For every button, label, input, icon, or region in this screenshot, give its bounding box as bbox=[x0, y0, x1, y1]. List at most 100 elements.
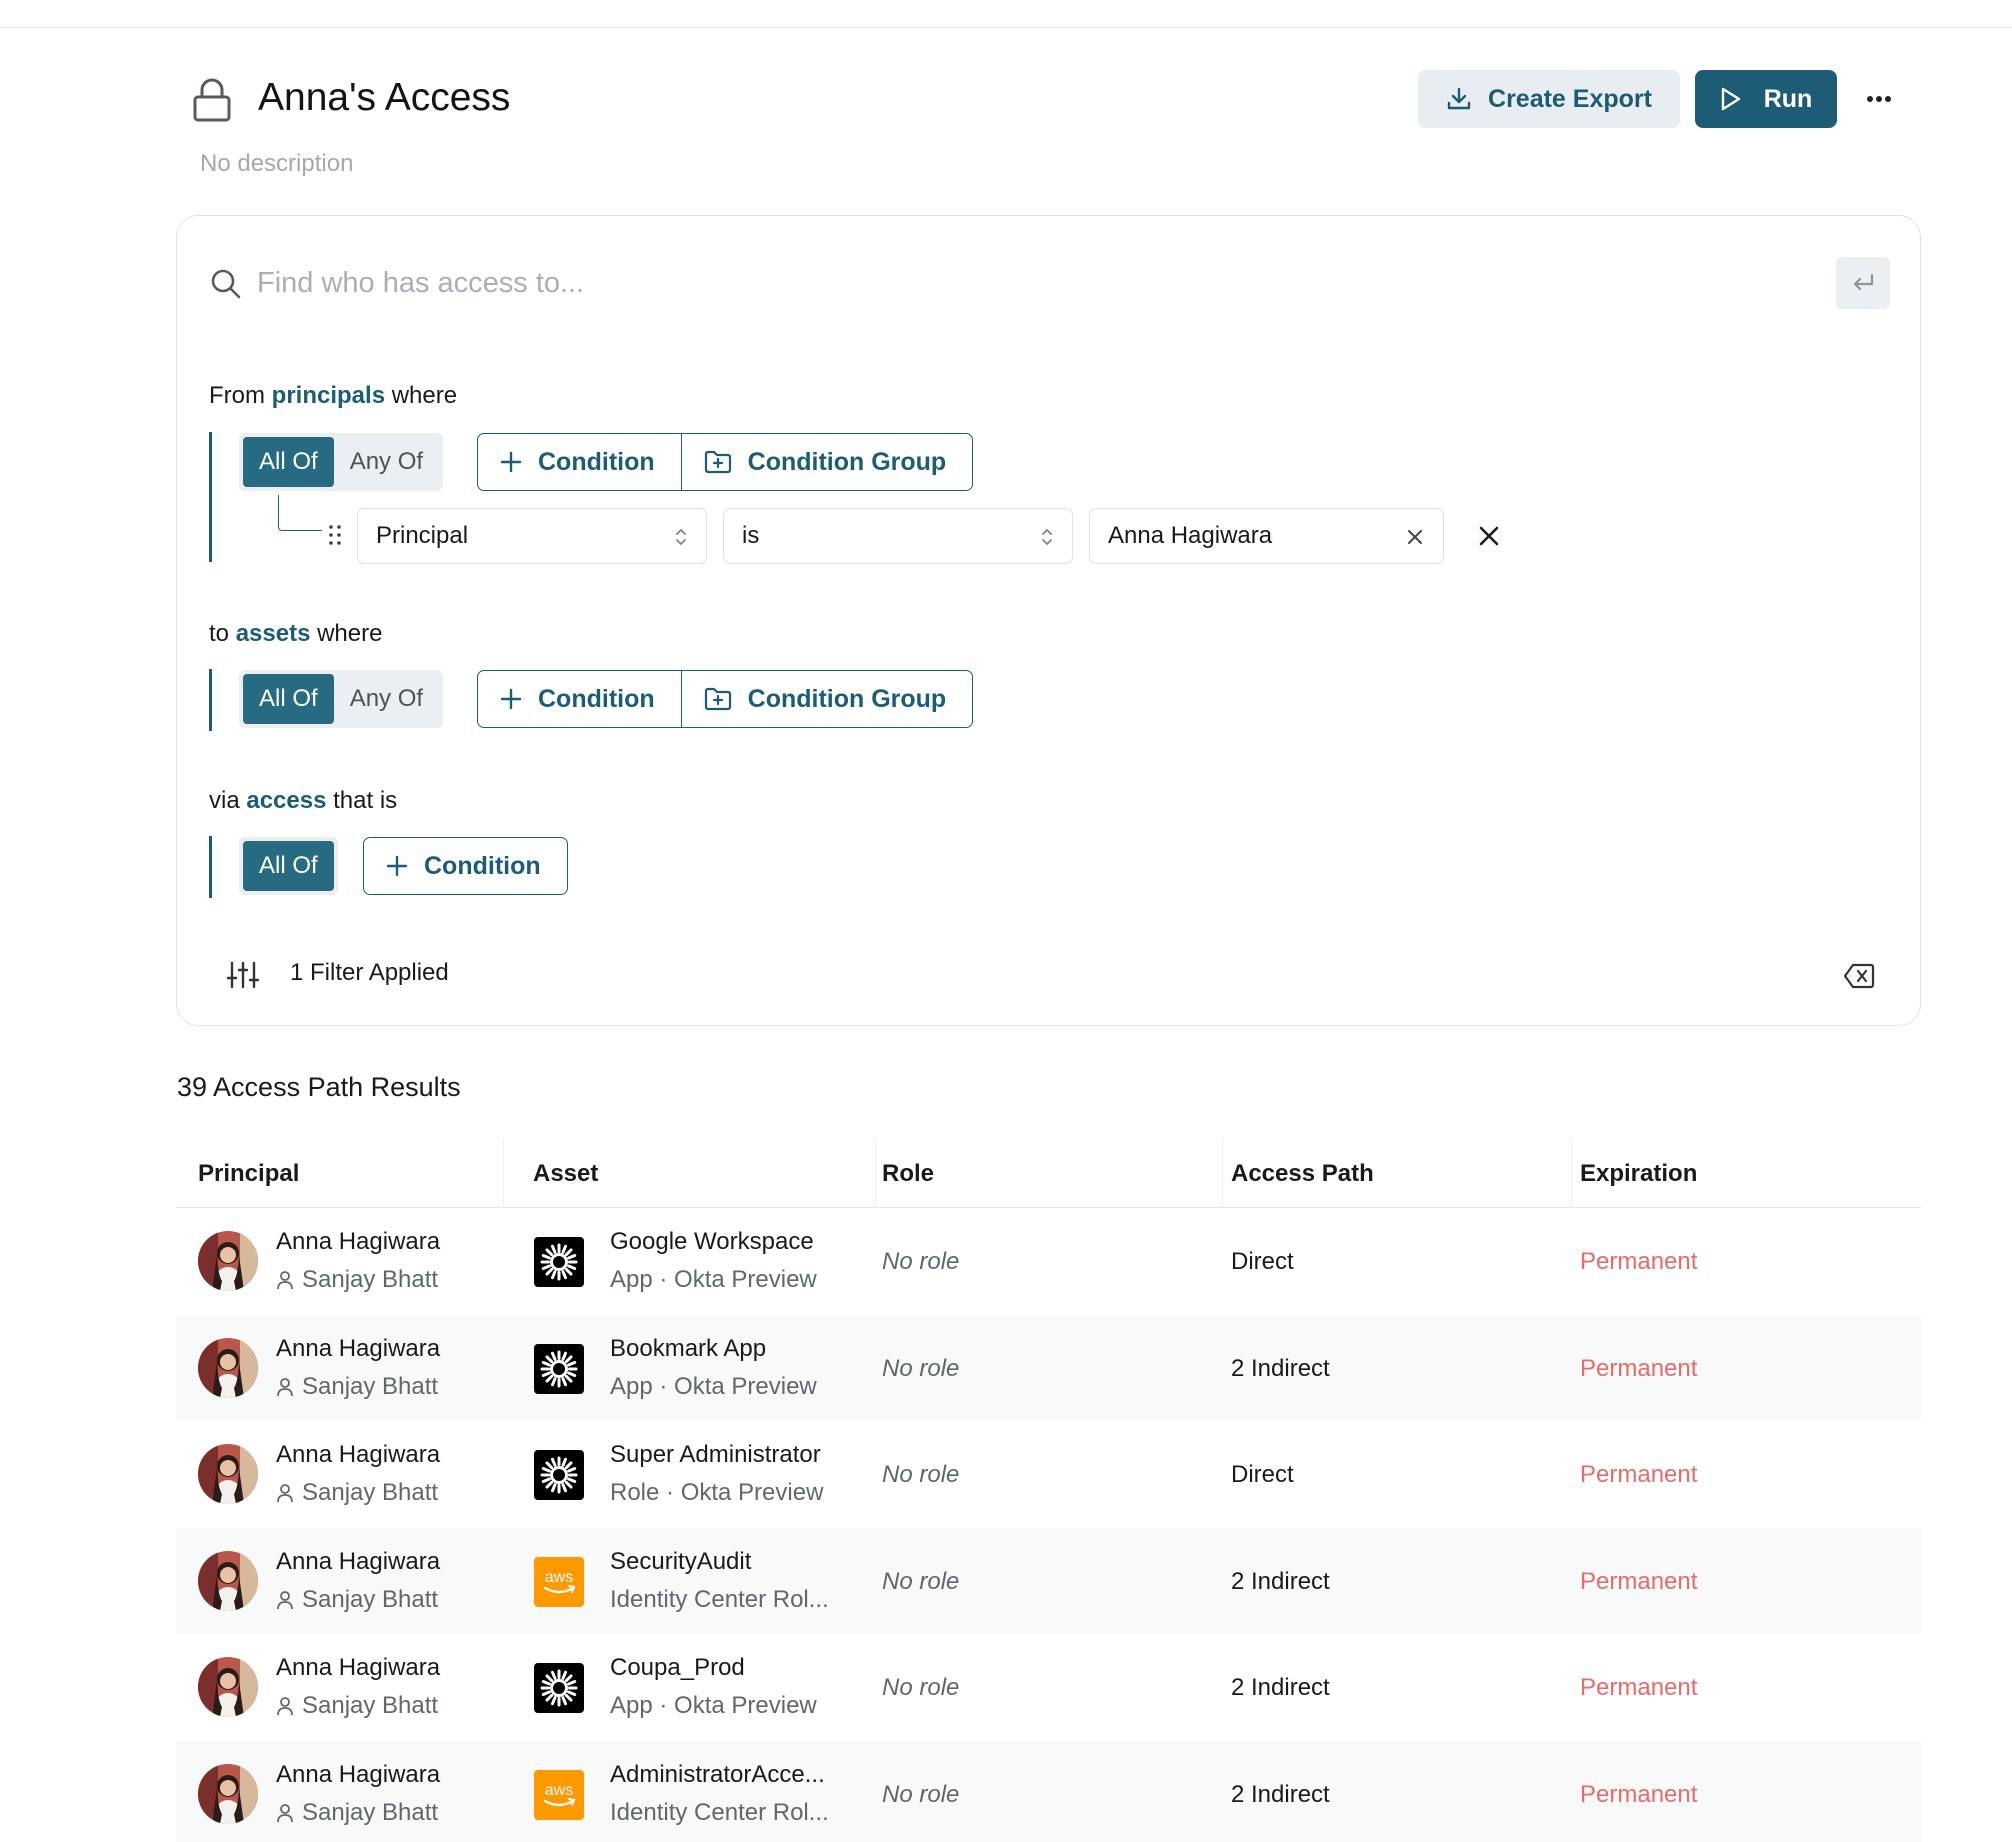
results-table: Principal Asset Role Access Path Expirat… bbox=[176, 1138, 1921, 1842]
principals-keyword[interactable]: principals bbox=[272, 382, 385, 409]
plus-icon bbox=[386, 855, 408, 877]
table-row[interactable]: Anna Hagiwara Sanjay Bhatt Bookmark App … bbox=[176, 1314, 1921, 1421]
table-row[interactable]: Anna Hagiwara Sanjay Bhatt aws Administr… bbox=[176, 1740, 1921, 1842]
download-icon bbox=[1447, 87, 1471, 110]
column-header-access-path[interactable]: Access Path bbox=[1231, 1160, 1374, 1188]
access-prefix: via bbox=[209, 787, 240, 814]
manager-name: Sanjay Bhatt bbox=[302, 1692, 439, 1719]
access-path-value[interactable]: Direct bbox=[1231, 1461, 1294, 1489]
principals-suffix: where bbox=[391, 382, 458, 409]
top-divider bbox=[0, 27, 2012, 28]
okta-logo-icon bbox=[534, 1343, 584, 1394]
table-row[interactable]: Anna Hagiwara Sanjay Bhatt aws SecurityA… bbox=[176, 1527, 1921, 1634]
avatar bbox=[198, 1231, 258, 1291]
condition-operator-select[interactable]: is bbox=[723, 508, 1073, 564]
okta-logo-icon bbox=[534, 1450, 584, 1500]
table-row[interactable]: Anna Hagiwara Sanjay Bhatt Google Worksp… bbox=[176, 1208, 1921, 1315]
plus-icon bbox=[500, 451, 522, 473]
asset-name[interactable]: Bookmark App bbox=[610, 1335, 766, 1363]
principals-condition-group-label: Condition Group bbox=[747, 447, 947, 476]
access-keyword[interactable]: access bbox=[246, 787, 326, 814]
expiration-value: Permanent bbox=[1580, 1674, 1698, 1701]
user-icon bbox=[277, 1271, 293, 1290]
role-value: No role bbox=[882, 1674, 960, 1701]
access-section-label: via access that is bbox=[209, 787, 397, 815]
table-header: Principal Asset Role Access Path Expirat… bbox=[176, 1138, 1921, 1208]
principal-name[interactable]: Anna Hagiwara bbox=[276, 1335, 440, 1363]
folder-plus-icon bbox=[704, 687, 731, 711]
user-icon bbox=[277, 1484, 293, 1503]
ellipsis-icon bbox=[1867, 96, 1891, 102]
assets-all-of[interactable]: All Of bbox=[243, 674, 334, 724]
access-all-of[interactable]: All Of bbox=[243, 841, 334, 891]
condition-value-field[interactable]: Anna Hagiwara bbox=[1089, 508, 1444, 564]
results-count-title: 39 Access Path Results bbox=[177, 1072, 461, 1102]
manager-name: Sanjay Bhatt bbox=[302, 1479, 439, 1506]
more-options-button[interactable] bbox=[1860, 82, 1898, 116]
clear-value-icon[interactable] bbox=[1405, 527, 1425, 547]
access-add-condition-button[interactable]: Condition bbox=[364, 838, 567, 894]
run-label: Run bbox=[1763, 84, 1813, 113]
assets-add-condition-button[interactable]: Condition bbox=[478, 671, 681, 727]
query-panel: From principals where All Of Any Of Cond… bbox=[176, 215, 1921, 1026]
principal-name[interactable]: Anna Hagiwara bbox=[276, 1228, 440, 1256]
expiration-value: Permanent bbox=[1580, 1567, 1698, 1595]
principal-manager: Sanjay Bhatt bbox=[276, 1266, 438, 1294]
create-export-label: Create Export bbox=[1488, 84, 1652, 113]
submit-search-button[interactable] bbox=[1836, 257, 1890, 309]
access-path-value[interactable]: 2 Indirect bbox=[1231, 1568, 1330, 1596]
asset-name[interactable]: Coupa_Prod bbox=[610, 1654, 745, 1682]
clear-filters-icon[interactable] bbox=[1843, 963, 1875, 989]
create-export-button[interactable]: Create Export bbox=[1418, 70, 1680, 128]
principal-name[interactable]: Anna Hagiwara bbox=[276, 1654, 440, 1682]
user-icon bbox=[277, 1590, 293, 1609]
column-divider bbox=[875, 1138, 876, 1208]
access-path-value[interactable]: 2 Indirect bbox=[1231, 1674, 1330, 1702]
access-path-value[interactable]: 2 Indirect bbox=[1231, 1355, 1330, 1383]
remove-condition-icon[interactable] bbox=[1476, 523, 1502, 549]
avatar bbox=[198, 1657, 258, 1717]
access-logic-toggle: All Of bbox=[239, 837, 338, 895]
asset-name[interactable]: Super Administrator bbox=[610, 1441, 821, 1469]
condition-operator-value: is bbox=[742, 522, 760, 549]
column-header-role[interactable]: Role bbox=[882, 1160, 934, 1188]
column-divider bbox=[1222, 1138, 1223, 1208]
page-description[interactable]: No description bbox=[200, 150, 353, 178]
table-row[interactable]: Anna Hagiwara Sanjay Bhatt Super Adminis… bbox=[176, 1421, 1921, 1528]
table-row[interactable]: Anna Hagiwara Sanjay Bhatt Coupa_Prod Ap… bbox=[176, 1634, 1921, 1741]
principals-add-condition-group-button[interactable]: Condition Group bbox=[680, 434, 973, 490]
filters-applied-count[interactable]: 1 Filter Applied bbox=[290, 959, 449, 987]
asset-name[interactable]: Google Workspace bbox=[610, 1228, 814, 1256]
asset-name[interactable]: SecurityAudit bbox=[610, 1548, 751, 1576]
asset-type: Identity Center Rol... bbox=[610, 1585, 829, 1613]
column-header-expiration[interactable]: Expiration bbox=[1580, 1160, 1697, 1188]
asset-name[interactable]: AdministratorAcce... bbox=[610, 1761, 825, 1789]
principals-all-of[interactable]: All Of bbox=[243, 437, 334, 487]
access-path-value[interactable]: Direct bbox=[1231, 1248, 1294, 1276]
okta-logo-icon bbox=[534, 1663, 584, 1713]
run-button[interactable]: Run bbox=[1695, 70, 1837, 128]
assets-add-condition-group-button[interactable]: Condition Group bbox=[680, 671, 973, 727]
role-value: No role bbox=[882, 1567, 960, 1595]
condition-field-select[interactable]: Principal bbox=[357, 508, 707, 564]
manager-name: Sanjay Bhatt bbox=[302, 1798, 439, 1826]
drag-handle-icon[interactable] bbox=[328, 524, 342, 546]
principal-name[interactable]: Anna Hagiwara bbox=[276, 1441, 440, 1469]
column-header-principal[interactable]: Principal bbox=[198, 1160, 299, 1188]
assets-any-of[interactable]: Any Of bbox=[334, 674, 439, 724]
search-input[interactable] bbox=[257, 260, 1457, 306]
principals-any-of[interactable]: Any Of bbox=[334, 437, 439, 487]
principals-condition-label: Condition bbox=[538, 447, 655, 476]
assets-condition-group-label: Condition Group bbox=[747, 684, 947, 713]
principals-add-condition-button[interactable]: Condition bbox=[478, 434, 681, 490]
role-value: No role bbox=[882, 1354, 960, 1382]
avatar bbox=[198, 1763, 258, 1824]
condition-field-value: Principal bbox=[376, 522, 469, 549]
principal-name[interactable]: Anna Hagiwara bbox=[276, 1548, 440, 1576]
aws-logo-icon: aws bbox=[534, 1769, 584, 1820]
sliders-icon[interactable] bbox=[227, 961, 259, 989]
access-path-value[interactable]: 2 Indirect bbox=[1231, 1781, 1330, 1809]
principal-name[interactable]: Anna Hagiwara bbox=[276, 1761, 440, 1789]
assets-keyword[interactable]: assets bbox=[236, 620, 311, 647]
column-header-asset[interactable]: Asset bbox=[533, 1160, 598, 1188]
